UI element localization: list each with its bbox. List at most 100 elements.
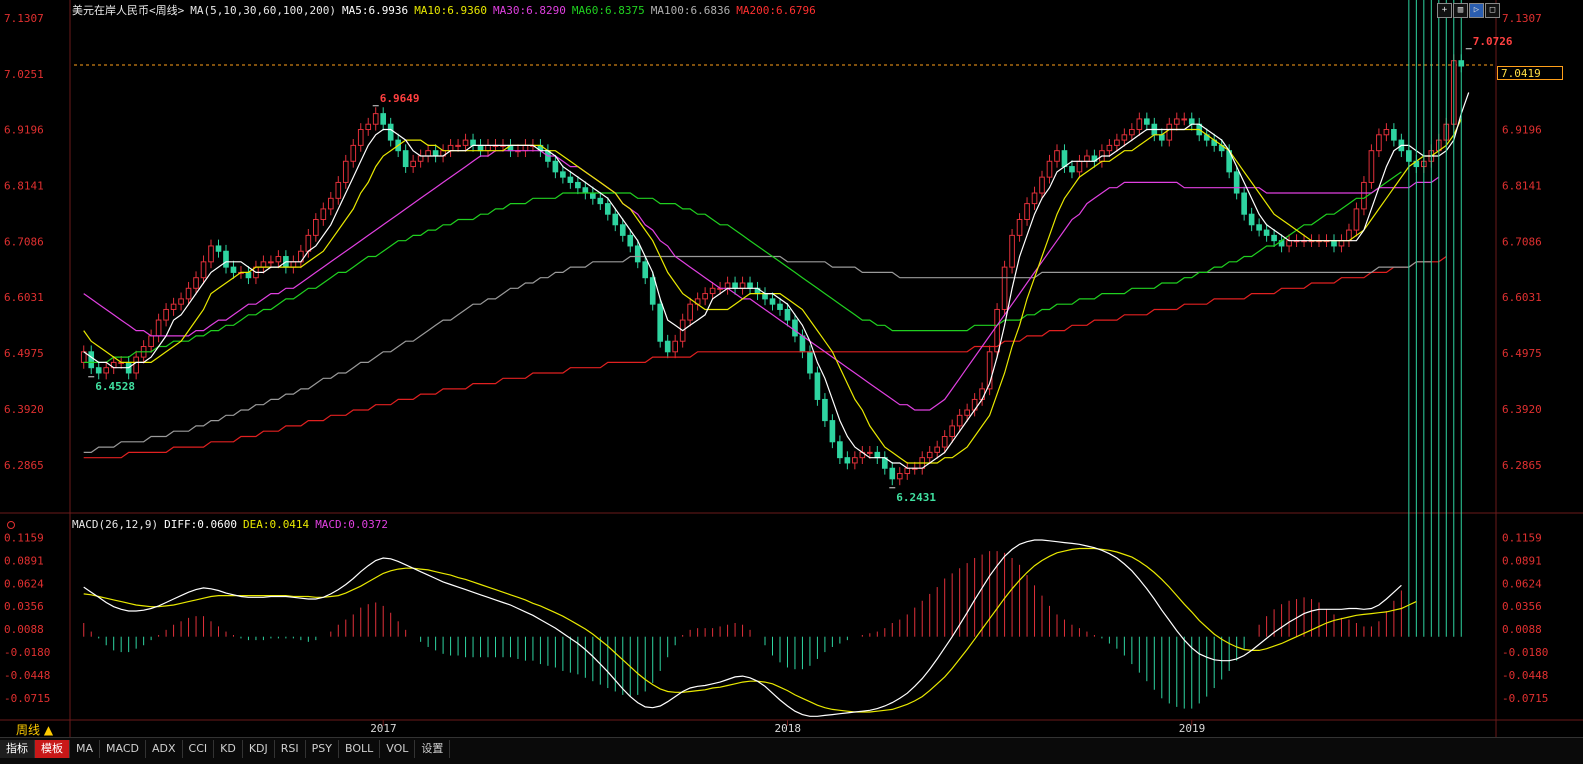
candle-body [170, 303, 177, 310]
candle-body [88, 351, 95, 369]
tab-kd[interactable]: KD [214, 740, 243, 758]
tab-boll[interactable]: BOLL [339, 740, 381, 758]
tab-rsi[interactable]: RSI [275, 740, 306, 758]
candle-body [829, 420, 836, 443]
candle-body [604, 203, 611, 215]
candle-body [649, 277, 656, 305]
maximize-icon[interactable]: □ [1485, 3, 1500, 18]
candle-body [1009, 234, 1015, 268]
tab-adx[interactable]: ADX [146, 740, 183, 758]
candle-body [837, 441, 843, 459]
price-legend: 美元在岸人民币<周线> MA(5,10,30,60,100,200) MA5:6.9… [72, 2, 822, 18]
price-tick-label-left: 6.9196 [4, 124, 44, 137]
price-tick-label-left: 6.3920 [4, 403, 44, 416]
candle-body [313, 218, 319, 236]
price-tick-label-right: 6.4975 [1502, 347, 1542, 360]
tab-macd[interactable]: MACD [100, 740, 146, 758]
candle-body [867, 451, 873, 454]
candle-body [1256, 224, 1262, 231]
candle-body [372, 113, 379, 125]
candle-body [792, 319, 798, 337]
candle-body [185, 287, 192, 300]
candle-body [245, 271, 252, 279]
candle-body [155, 319, 162, 337]
macd-tick-label-left: 0.0356 [4, 600, 44, 613]
diff-label: DIFF:0.0600 [164, 518, 237, 531]
candle-body [702, 293, 708, 300]
candle-body [305, 234, 312, 252]
tab-kdj[interactable]: KDJ [243, 740, 275, 758]
tab-templates[interactable]: 模板 [35, 740, 70, 758]
play-icon[interactable]: ▷ [1469, 3, 1484, 18]
tab-cci[interactable]: CCI [183, 740, 215, 758]
expand-icon[interactable]: + [1437, 3, 1452, 18]
candle-body [709, 287, 716, 295]
ma30-label: MA30:6.8290 [493, 4, 566, 17]
candle-body [1061, 150, 1068, 168]
candle-body [956, 414, 963, 427]
candle-body [163, 308, 169, 321]
window-controls: + ▥ ▷ □ [1437, 3, 1500, 18]
candle-body [275, 256, 282, 263]
candle-body [687, 303, 693, 321]
candle-body [417, 155, 424, 162]
macd-tick-label-left: 0.0088 [4, 623, 44, 636]
macd-label: MACD:0.0372 [315, 518, 389, 531]
candle-body [260, 261, 267, 268]
candle-body [447, 144, 454, 152]
candle-body [1338, 240, 1345, 247]
period-selector[interactable]: 周线 ▲ [0, 721, 70, 737]
chart-canvas[interactable]: 7.13077.13077.02517.02516.91966.91966.81… [0, 0, 1583, 763]
macd-tick-label-left: -0.0715 [4, 692, 50, 705]
candle-body [215, 245, 222, 252]
price-tick-label-left: 6.2865 [4, 459, 44, 472]
extreme-label: 6.4528 [95, 380, 135, 393]
layout-icon[interactable]: ▥ [1453, 3, 1468, 18]
candle-body [1368, 150, 1375, 183]
macd-tick-label-left: 0.0891 [4, 554, 44, 567]
tab-indicators[interactable]: 指标 [0, 740, 35, 758]
candle-body [1084, 155, 1090, 162]
candle-body [402, 150, 409, 168]
candle-body [410, 160, 416, 168]
candle-body [522, 144, 529, 152]
indicator-tabs: 指标 模板 MA MACD ADX CCI KD KDJ RSI PSY BOL… [0, 740, 451, 758]
candle-body [148, 335, 154, 348]
candle-body [268, 261, 274, 264]
candle-body [1248, 213, 1255, 226]
candle-body [822, 398, 828, 422]
tab-psy[interactable]: PSY [306, 740, 339, 758]
candle-body [1106, 144, 1113, 152]
candle-body [889, 467, 896, 480]
xaxis-year-label: 2019 [1179, 722, 1206, 735]
candle-body [964, 409, 970, 416]
candle-body [852, 457, 858, 464]
price-tick-label-right: 6.6031 [1502, 291, 1542, 304]
macd-tick-label-right: 0.0624 [1502, 577, 1542, 590]
candle-body [350, 144, 357, 162]
candle-body [477, 144, 484, 152]
xaxis-year-label: 2017 [370, 722, 397, 735]
candle-body [1391, 129, 1397, 141]
candle-body [874, 451, 881, 459]
candle-body [642, 261, 649, 279]
candle-body [560, 171, 566, 178]
indicator-marker-icon[interactable] [7, 521, 15, 529]
candle-body [230, 266, 237, 273]
tab-ma[interactable]: MA [70, 740, 101, 758]
candle-body [1331, 240, 1337, 247]
xaxis-year-label: 2018 [774, 722, 801, 735]
candle-body [485, 144, 491, 152]
macd-legend: MACD(26,12,9) DIFF:0.0600 DEA:0.0414 MACD:0… [72, 518, 394, 531]
candle-body [979, 388, 985, 400]
tab-settings[interactable]: 设置 [415, 740, 451, 758]
candle-body [657, 303, 664, 342]
candle-body [1069, 166, 1075, 173]
price-tick-label-right: 6.8141 [1502, 180, 1542, 193]
candle-body [575, 181, 581, 189]
candle-body [1076, 160, 1083, 173]
price-tick-label-left: 6.6031 [4, 291, 44, 304]
candle-body [567, 176, 574, 183]
candle-body [814, 372, 821, 400]
tab-vol[interactable]: VOL [380, 740, 416, 758]
